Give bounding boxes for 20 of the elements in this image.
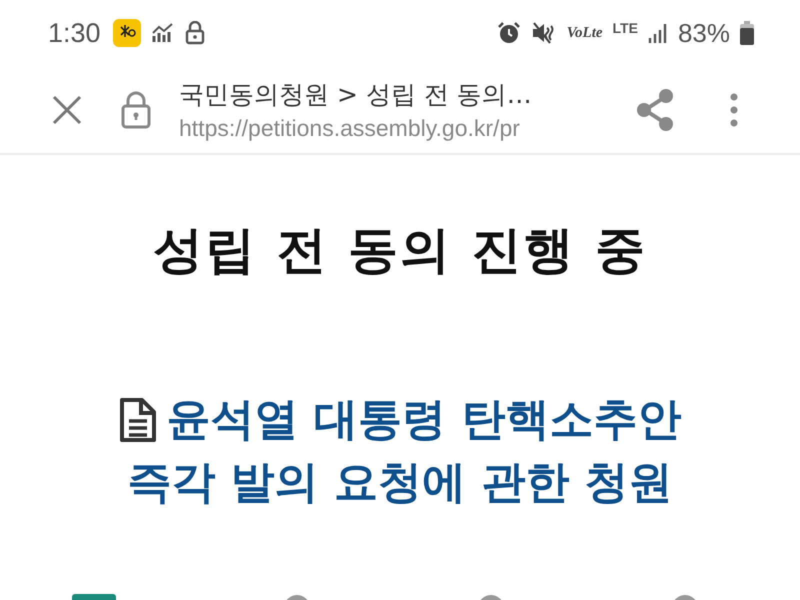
network-indicator: LTE (612, 20, 638, 36)
share-icon[interactable] (635, 88, 675, 132)
petition-title[interactable]: 즉각 발의 요청에 관한 청원 (127, 453, 673, 512)
chart-icon (150, 22, 175, 44)
petition-title[interactable]: 윤석열 대통령 탄핵소추안 (166, 390, 682, 449)
page-title: 국민동의청원 > 성립 전 동의… (179, 78, 533, 110)
status-heading: 성립 전 동의 진행 중 (153, 220, 647, 281)
signal-icon (648, 22, 668, 44)
document-icon (118, 396, 157, 442)
lock-icon (184, 21, 205, 45)
app-icon (112, 19, 141, 47)
alarm-icon (496, 21, 521, 45)
close-icon[interactable] (51, 94, 83, 126)
more-icon[interactable] (730, 92, 738, 126)
battery-percent: 83% (678, 18, 730, 48)
battery-icon (740, 21, 754, 45)
lock-icon (121, 90, 151, 128)
volte-indicator: VoLte (566, 24, 603, 42)
page-url[interactable]: https://petitions.assembly.go.kr/pr (179, 114, 607, 142)
status-time: 1:30 (48, 18, 101, 48)
